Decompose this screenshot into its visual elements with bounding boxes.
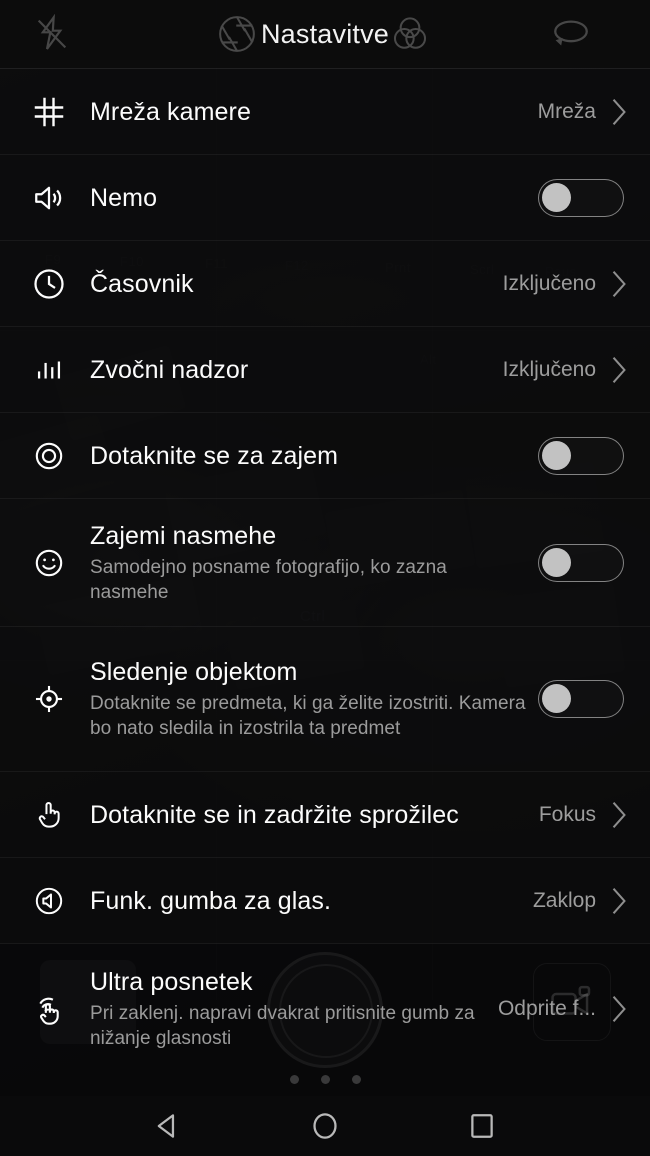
back-button[interactable] bbox=[151, 1109, 185, 1143]
setting-value: Zaklop bbox=[532, 888, 596, 912]
setting-value: Izključeno bbox=[502, 357, 596, 381]
setting-toggle[interactable] bbox=[538, 178, 624, 217]
setting-label: Dotaknite se in zadržite sprožilec bbox=[90, 800, 459, 829]
page-title: Nastavitve bbox=[260, 18, 390, 49]
crosshair-icon bbox=[26, 676, 72, 722]
setting-text: Zajemi nasmehe Samodejno posname fotogra… bbox=[72, 521, 538, 605]
setting-toggle[interactable] bbox=[538, 680, 624, 718]
chevron-right-icon bbox=[610, 355, 628, 385]
chevron-right-icon bbox=[610, 994, 628, 1024]
setting-label: Mreža kamere bbox=[90, 97, 251, 126]
setting-value: Fokus bbox=[538, 802, 596, 826]
setting-text: Dotaknite se za zajem bbox=[72, 441, 538, 471]
camera-settings-screen: F9 F10 F11 F12 Prnt Scrl Paus Ctrl Alt bbox=[0, 0, 650, 1156]
double-tap-hand-icon bbox=[26, 986, 72, 1032]
setting-row-touch-to-capture[interactable]: Dotaknite se za zajem bbox=[0, 413, 650, 499]
recents-button[interactable] bbox=[465, 1109, 499, 1143]
mode-dot bbox=[289, 1075, 299, 1084]
setting-text: Ultra posnetek Pri zaklenj. napravi dvak… bbox=[72, 967, 498, 1051]
target-circle-icon bbox=[26, 433, 72, 479]
flash-off-icon[interactable] bbox=[32, 13, 72, 59]
setting-row-timer[interactable]: Časovnik Izključeno bbox=[0, 241, 650, 327]
setting-row-capture-smiles[interactable]: Zajemi nasmehe Samodejno posname fotogra… bbox=[0, 499, 650, 627]
color-filter-icon[interactable] bbox=[388, 12, 432, 61]
speaker-icon bbox=[26, 175, 72, 221]
setting-row-object-tracking[interactable]: Sledenje objektom Dotaknite se predmeta,… bbox=[0, 627, 650, 772]
setting-text: Sledenje objektom Dotaknite se predmeta,… bbox=[72, 657, 538, 741]
setting-row-mute[interactable]: Nemo bbox=[0, 155, 650, 241]
setting-value: Izključeno bbox=[502, 271, 596, 295]
chevron-right-icon bbox=[610, 269, 628, 299]
mode-dot bbox=[320, 1075, 330, 1084]
top-bar: Nastavitve bbox=[0, 0, 650, 68]
setting-description: Pri zaklenj. napravi dvakrat pritisnite … bbox=[90, 1003, 475, 1049]
toggle-knob bbox=[542, 684, 571, 713]
chevron-right-icon bbox=[610, 97, 628, 127]
setting-value: Odprite f... bbox=[497, 997, 596, 1020]
toggle-knob bbox=[542, 547, 571, 577]
setting-row-volume-button-function[interactable]: Funk. gumba za glas. Zaklop bbox=[0, 858, 650, 944]
camera-mode-dots bbox=[0, 1075, 650, 1084]
setting-row-audio-control[interactable]: Zvočni nadzor Izključeno bbox=[0, 327, 650, 413]
setting-label: Ultra posnetek bbox=[90, 968, 253, 996]
audio-levels-icon bbox=[26, 347, 72, 393]
setting-description: Samodejno posname fotografijo, ko zazna … bbox=[90, 556, 447, 603]
setting-description: Dotaknite se predmeta, ki ga želite izos… bbox=[90, 693, 526, 739]
toggle-knob bbox=[542, 440, 571, 470]
hand-pointer-icon bbox=[26, 792, 72, 838]
aperture-icon bbox=[215, 12, 259, 61]
volume-circle-icon bbox=[26, 878, 72, 924]
setting-label: Dotaknite se za zajem bbox=[90, 441, 339, 470]
toggle-knob bbox=[542, 182, 571, 212]
mode-dot bbox=[351, 1075, 361, 1084]
setting-row-ultra-snapshot[interactable]: Ultra posnetek Pri zaklenj. napravi dvak… bbox=[0, 949, 650, 1069]
setting-text: Zvočni nadzor bbox=[72, 355, 503, 385]
setting-text: Časovnik bbox=[72, 269, 503, 299]
setting-label: Zvočni nadzor bbox=[90, 355, 249, 384]
setting-toggle[interactable] bbox=[538, 543, 624, 582]
setting-row-camera-grid[interactable]: Mreža kamere Mreža bbox=[0, 69, 650, 155]
setting-row-touch-and-hold-shutter[interactable]: Dotaknite se in zadržite sprožilec Fokus bbox=[0, 772, 650, 858]
setting-label: Zajemi nasmehe bbox=[90, 521, 277, 550]
switch-camera-icon[interactable] bbox=[548, 13, 594, 60]
grid-icon bbox=[26, 89, 72, 135]
chevron-right-icon bbox=[610, 800, 628, 830]
setting-text: Dotaknite se in zadržite sprožilec bbox=[72, 800, 539, 830]
setting-label: Funk. gumba za glas. bbox=[90, 886, 332, 915]
setting-text: Funk. gumba za glas. bbox=[72, 886, 533, 916]
setting-label: Sledenje objektom bbox=[90, 658, 298, 686]
chevron-right-icon bbox=[610, 886, 628, 916]
smile-icon bbox=[26, 540, 72, 586]
settings-list: Mreža kamere Mreža Nemo Časovnik Izključ… bbox=[0, 69, 650, 949]
setting-toggle[interactable] bbox=[538, 436, 624, 475]
home-button[interactable] bbox=[308, 1109, 342, 1143]
setting-text: Mreža kamere bbox=[72, 97, 538, 127]
setting-text: Nemo bbox=[72, 183, 538, 213]
clock-icon bbox=[26, 261, 72, 307]
android-nav-bar bbox=[0, 1096, 650, 1156]
setting-label: Časovnik bbox=[90, 269, 194, 298]
setting-value: Mreža bbox=[537, 99, 596, 123]
setting-label: Nemo bbox=[90, 183, 158, 212]
